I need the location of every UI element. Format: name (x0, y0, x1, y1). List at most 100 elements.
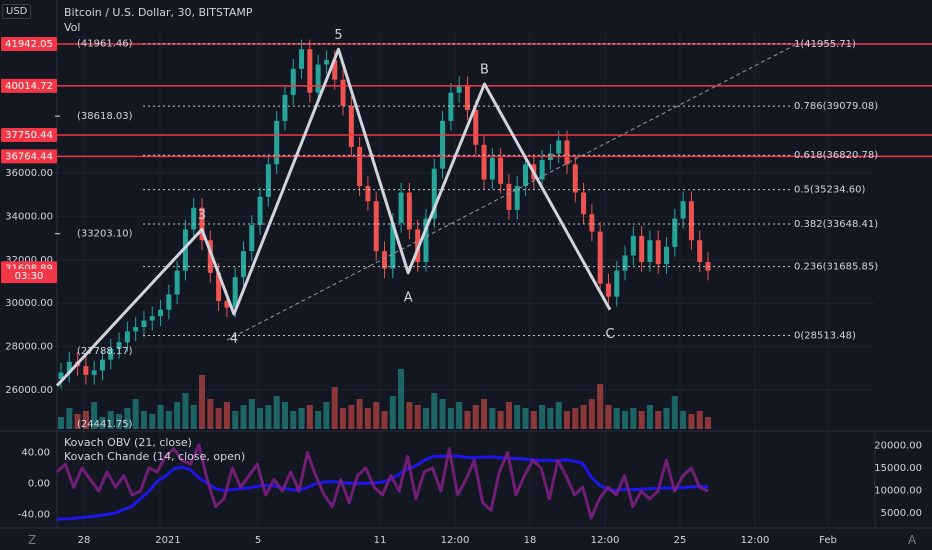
settings-z-icon[interactable]: Z (28, 533, 36, 547)
volume-bar (389, 396, 396, 429)
volume-bar (257, 408, 264, 429)
obv-indicator-label[interactable]: Kovach OBV (21, close) (64, 436, 192, 449)
chart-title: Bitcoin / U.S. Dollar, 30, BITSTAMP (64, 6, 253, 19)
time-axis-tick: 12:00 (591, 535, 620, 546)
price-candle (299, 49, 305, 69)
price-candle (572, 164, 578, 193)
elliott-wave-label: 5 (334, 28, 342, 43)
volume-bar (447, 408, 454, 429)
price-candle (174, 270, 180, 295)
volume-bar (58, 417, 64, 429)
price-scale-badge-text: 36764.44 (5, 151, 53, 162)
volume-bar (680, 411, 687, 429)
price-scale-badge-text: 03:30 (15, 271, 44, 282)
price-candle (481, 144, 487, 180)
volume-bar (315, 411, 322, 429)
indicator-right-tick: 5000.00 (881, 508, 922, 519)
volume-bar (456, 402, 463, 429)
volume-bar (422, 408, 429, 429)
volume-bar (688, 414, 695, 429)
price-candle (91, 370, 97, 375)
volume-bar (613, 408, 620, 429)
price-axis-tick: 28000.00 (5, 342, 53, 353)
price-candle (141, 320, 147, 328)
time-axis-tick: 5 (255, 535, 261, 546)
volume-bar (597, 384, 604, 429)
fib-level-label: 0.618(36820.78) (794, 150, 878, 161)
volume-bar (323, 402, 330, 429)
price-candle (589, 214, 595, 232)
price-candle (340, 79, 346, 106)
indicator-left-tick: 0.00 (28, 478, 50, 489)
time-axis-tick: 25 (674, 535, 687, 546)
chande-indicator-label[interactable]: Kovach Chande (14, close, open) (64, 450, 245, 463)
elliott-wave-label: C (605, 327, 614, 342)
price-candle (274, 120, 280, 165)
volume-bar (605, 405, 612, 429)
indicator-left-tick: -40.00 (18, 509, 50, 520)
volume-bar (140, 411, 147, 429)
volume-bar (149, 414, 156, 429)
price-axis-tick: 36000.00 (5, 168, 53, 179)
price-annotation: (38618.03) (77, 111, 133, 122)
volume-label: Vol (64, 21, 81, 34)
price-candle (365, 186, 371, 202)
time-axis-tick: 2021 (155, 535, 180, 546)
price-candle (290, 68, 296, 95)
price-candle (124, 331, 130, 343)
price-candle (99, 359, 105, 371)
volume-bar (331, 387, 338, 429)
volume-bar (414, 405, 421, 429)
volume-bar (530, 411, 537, 429)
volume-bar (240, 405, 247, 429)
price-candle (630, 235, 636, 256)
time-axis-tick: Feb (819, 535, 837, 546)
time-axis-tick: 28 (78, 535, 91, 546)
price-scale-badge-text: 40014.72 (5, 81, 53, 92)
price-candle (440, 120, 446, 169)
price-candle (382, 251, 387, 269)
indicator-right-tick: 20000.00 (874, 441, 922, 452)
price-candle (158, 309, 164, 317)
volume-bar (248, 399, 255, 429)
volume-bar (630, 408, 637, 429)
indicator-right-tick: 10000.00 (874, 486, 922, 497)
volume-bar (663, 408, 670, 429)
currency-badge[interactable]: USD (2, 4, 32, 19)
elliott-wave-label: A (404, 290, 413, 305)
price-candle (265, 164, 271, 197)
volume-bar (290, 411, 297, 429)
price-candle (605, 283, 611, 297)
volume-bar (522, 408, 529, 429)
price-candle (672, 218, 678, 247)
auto-scale-icon[interactable]: A (908, 533, 916, 547)
price-candle (373, 201, 379, 252)
volume-bar (356, 399, 363, 429)
fib-level-label: 0.382(33648.41) (794, 219, 878, 230)
bitcoin-chart[interactable]: 1(41955.71) 0.786(39079.08) 0.618(36820.78… (0, 0, 932, 550)
price-candle (398, 192, 404, 223)
volume-bar (265, 405, 272, 429)
price-candle (357, 146, 363, 187)
elliott-wave-label: B (480, 63, 489, 78)
volume-bar (638, 411, 645, 429)
price-candle (597, 231, 603, 284)
volume-bar (223, 402, 230, 429)
price-candle (83, 366, 89, 375)
volume-bar (281, 402, 288, 429)
price-candle (506, 183, 512, 210)
volume-bar (165, 411, 172, 429)
price-candle (664, 246, 670, 265)
price-candle (473, 110, 479, 145)
volume-bar (406, 402, 413, 429)
indicator-left-tick: 40.00 (21, 448, 50, 459)
elliott-wave-label: 4 (230, 332, 238, 347)
price-candle (149, 316, 155, 321)
price-candle (539, 159, 545, 180)
price-candle (282, 94, 288, 121)
volume-bar (505, 402, 512, 429)
price-candle (448, 92, 454, 121)
volume-bar (381, 411, 388, 429)
volume-bar (364, 408, 371, 429)
volume-bar (547, 408, 554, 429)
